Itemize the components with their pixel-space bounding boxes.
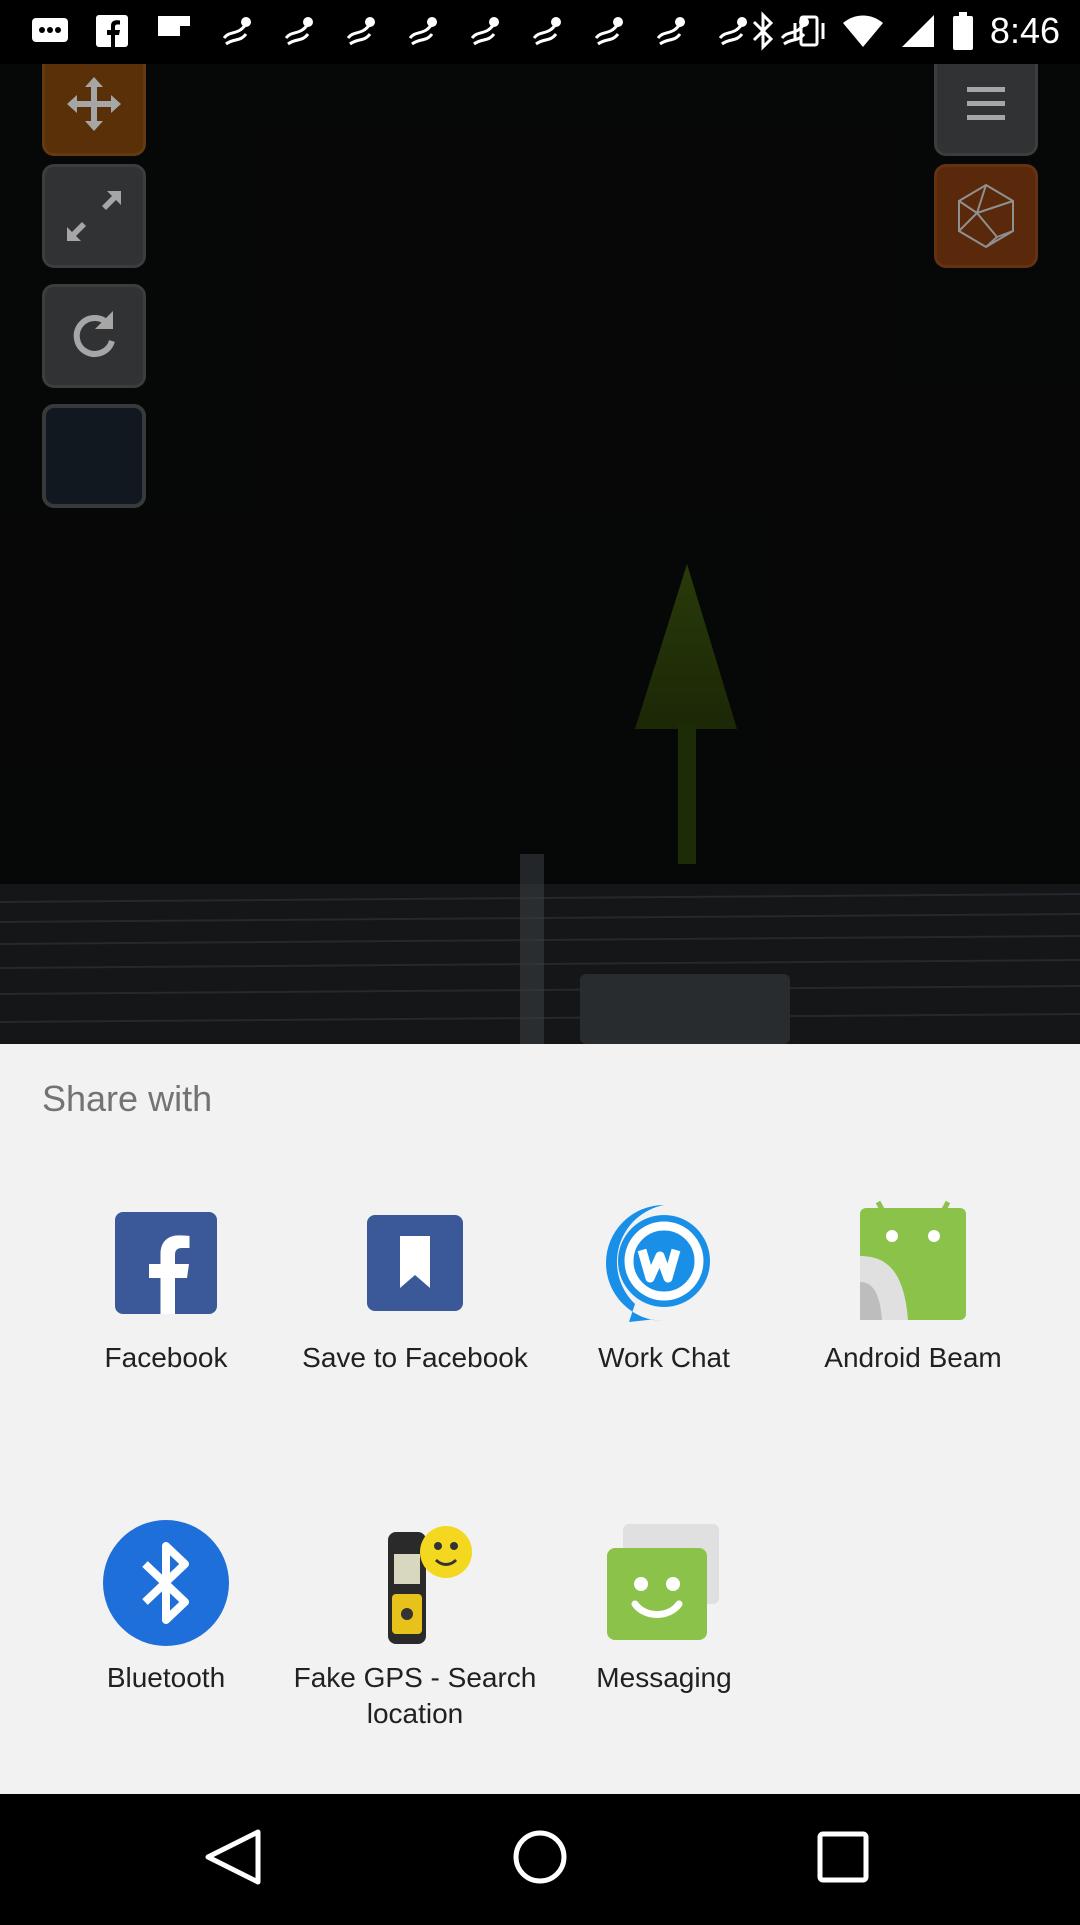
- messaging-icon: [599, 1518, 729, 1648]
- android-icon: [848, 1198, 978, 1328]
- share-target-fake-gps[interactable]: Fake GPS - Search location: [290, 1518, 540, 1732]
- share-sheet-title: Share with: [42, 1078, 213, 1119]
- home-button[interactable]: [513, 1830, 567, 1884]
- download-icon: [346, 17, 375, 46]
- facebook-icon: [101, 1198, 231, 1328]
- bluetooth-icon: [752, 11, 774, 51]
- notification-icons: [30, 14, 814, 48]
- signal-icon: [901, 15, 934, 47]
- download-icon: [656, 17, 685, 46]
- 3d-viewport[interactable]: [0, 64, 1080, 1044]
- download-icon: [408, 17, 437, 46]
- share-sheet: Share with Facebook Save to Facebook Wor…: [0, 1044, 1080, 1794]
- share-target-label: Work Chat: [598, 1342, 730, 1373]
- recents-button[interactable]: [817, 1831, 869, 1883]
- gps-device-icon: [350, 1518, 480, 1648]
- navigation-bar: [0, 1794, 1080, 1920]
- bluetooth-icon: [101, 1518, 231, 1648]
- bookmark-icon: [350, 1198, 480, 1328]
- share-target-label: Facebook: [104, 1342, 228, 1373]
- status-bar: 8:46: [0, 0, 1080, 64]
- download-icon: [532, 17, 561, 46]
- share-target-messaging[interactable]: Messaging: [539, 1518, 789, 1696]
- vibrate-icon: [793, 15, 825, 47]
- clock: 8:46: [989, 10, 1060, 51]
- facebook-icon: [96, 15, 128, 47]
- share-target-bluetooth[interactable]: Bluetooth: [41, 1518, 291, 1696]
- share-target-label: Bluetooth: [106, 1662, 226, 1693]
- workchat-icon: [599, 1198, 729, 1328]
- back-button[interactable]: [205, 1829, 261, 1885]
- battery-icon: [952, 12, 973, 50]
- download-icon: [470, 17, 499, 46]
- wifi-icon: [842, 15, 883, 47]
- share-target-facebook[interactable]: Facebook: [41, 1198, 291, 1376]
- dim-overlay[interactable]: [0, 64, 1080, 1044]
- download-icon: [222, 17, 251, 46]
- share-target-label: Save to Facebook: [302, 1342, 528, 1373]
- share-target-label: Messaging: [596, 1662, 732, 1693]
- download-icon: [284, 17, 313, 46]
- download-icon: [718, 17, 747, 46]
- share-target-work-chat[interactable]: Work Chat: [539, 1198, 789, 1376]
- share-target-label: Fake GPS - Search location: [293, 1662, 537, 1729]
- share-target-label: Android Beam: [824, 1342, 1002, 1373]
- messages-icon: [32, 18, 68, 42]
- download-icon: [594, 17, 623, 46]
- share-target-android-beam[interactable]: Android Beam: [788, 1198, 1038, 1376]
- system-status: 8:46: [750, 10, 1060, 52]
- flipboard-icon: [158, 16, 190, 36]
- share-target-save-to-facebook[interactable]: Save to Facebook: [290, 1198, 540, 1376]
